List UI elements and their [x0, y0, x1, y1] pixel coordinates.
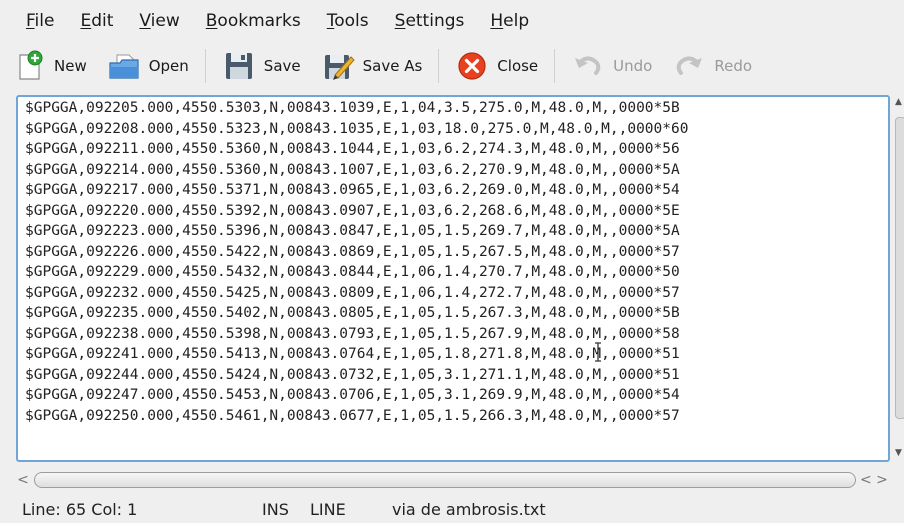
open-label: Open	[148, 57, 189, 75]
scroll-arrows-icon[interactable]: < >	[860, 472, 888, 488]
text-line[interactable]: $GPGGA,092214.000,4550.5360,N,00843.1007…	[25, 160, 888, 181]
status-bar: Line: 65 Col: 1 INS LINE via de ambrosis…	[0, 496, 904, 523]
toolbar-separator	[204, 49, 206, 83]
redo-label: Redo	[714, 57, 753, 75]
text-line[interactable]: $GPGGA,092211.000,4550.5360,N,00843.1044…	[25, 139, 888, 160]
undo-label: Undo	[613, 57, 653, 75]
insert-mode-indicator[interactable]: INS	[262, 500, 310, 519]
text-line[interactable]: $GPGGA,092226.000,4550.5422,N,00843.0869…	[25, 242, 888, 263]
menu-label: elp	[503, 11, 530, 31]
text-content[interactable]: $GPGGA,092205.000,4550.5303,N,00843.1039…	[18, 97, 888, 426]
menu-view[interactable]: View	[126, 0, 192, 40]
cursor-position: Line: 65 Col: 1	[22, 500, 138, 519]
text-line[interactable]: $GPGGA,092238.000,4550.5398,N,00843.0793…	[25, 324, 888, 345]
text-line[interactable]: $GPGGA,092217.000,4550.5371,N,00843.0965…	[25, 180, 888, 201]
vertical-scroll-thumb[interactable]	[895, 117, 904, 419]
close-button[interactable]: Close	[447, 46, 546, 86]
toolbar-separator	[554, 49, 556, 83]
text-line[interactable]: $GPGGA,092232.000,4550.5425,N,00843.0809…	[25, 283, 888, 304]
save-as-button[interactable]: Save As	[313, 46, 431, 86]
text-line[interactable]: $GPGGA,092241.000,4550.5413,N,00843.0764…	[25, 344, 888, 365]
menu-settings[interactable]: Settings	[382, 0, 478, 40]
toolbar: New Open Save Save As Close Undo Redo	[0, 40, 904, 92]
redo-icon	[677, 56, 703, 75]
text-line[interactable]: $GPGGA,092247.000,4550.5453,N,00843.0706…	[25, 385, 888, 406]
scroll-left-icon[interactable]: <	[16, 472, 30, 488]
save-button[interactable]: Save	[214, 46, 309, 86]
floppy-disk-icon	[225, 53, 252, 79]
open-button[interactable]: Open	[99, 46, 197, 86]
save-label: Save	[263, 57, 301, 75]
menu-accelerator: B	[205, 11, 218, 31]
menu-help[interactable]: Help	[477, 0, 542, 40]
menu-label: ettings	[405, 11, 465, 31]
menu-bar: File Edit View Bookmarks Tools Settings Help	[0, 0, 904, 40]
selection-mode-indicator[interactable]: LINE	[310, 500, 392, 519]
text-line[interactable]: $GPGGA,092205.000,4550.5303,N,00843.1039…	[25, 98, 888, 119]
vertical-scrollbar[interactable]: ▲ ▼	[893, 95, 904, 462]
horizontal-scroll-thumb[interactable]	[34, 472, 856, 488]
new-label: New	[54, 57, 87, 75]
text-line[interactable]: $GPGGA,092244.000,4550.5424,N,00843.0732…	[25, 365, 888, 386]
menu-accelerator: S	[394, 11, 406, 31]
text-line[interactable]: $GPGGA,092208.000,4550.5323,N,00843.1035…	[25, 119, 888, 140]
menu-file[interactable]: File	[0, 0, 67, 40]
text-editor[interactable]: $GPGGA,092205.000,4550.5303,N,00843.1039…	[16, 95, 890, 462]
menu-accelerator: V	[139, 11, 151, 31]
undo-button[interactable]: Undo	[563, 46, 660, 86]
file-name: via de ambrosis.txt	[392, 500, 546, 519]
text-line[interactable]: $GPGGA,092250.000,4550.5461,N,00843.0677…	[25, 406, 888, 427]
text-line[interactable]: $GPGGA,092235.000,4550.5402,N,00843.0805…	[25, 303, 888, 324]
menu-accelerator: E	[80, 11, 92, 31]
text-line[interactable]: $GPGGA,092220.000,4550.5392,N,00843.0907…	[25, 201, 888, 222]
new-document-icon	[19, 50, 43, 80]
scroll-down-icon[interactable]: ▼	[895, 448, 902, 458]
close-icon	[458, 52, 486, 80]
menu-accelerator: H	[490, 11, 504, 31]
undo-icon	[575, 56, 601, 75]
new-button[interactable]: New	[4, 46, 95, 86]
menu-label: iew	[150, 11, 180, 31]
menu-label: dit	[91, 11, 114, 31]
menu-edit[interactable]: Edit	[67, 0, 126, 40]
save-as-label: Save As	[362, 57, 423, 75]
menu-tools[interactable]: Tools	[314, 0, 382, 40]
scroll-up-icon[interactable]: ▲	[895, 97, 902, 107]
menu-accelerator: F	[26, 11, 35, 31]
text-line[interactable]: $GPGGA,092223.000,4550.5396,N,00843.0847…	[25, 221, 888, 242]
toolbar-separator	[438, 49, 440, 83]
menu-label: ools	[334, 11, 369, 31]
close-label: Close	[497, 57, 539, 75]
horizontal-scrollbar[interactable]: < < >	[16, 469, 890, 491]
menu-label: ookmarks	[217, 11, 301, 31]
redo-button[interactable]: Redo	[664, 46, 760, 86]
text-cursor-icon	[595, 342, 601, 362]
menu-bookmarks[interactable]: Bookmarks	[193, 0, 314, 40]
save-as-icon	[324, 55, 355, 80]
open-folder-icon	[109, 54, 139, 79]
menu-label: ile	[34, 11, 55, 31]
text-line[interactable]: $GPGGA,092229.000,4550.5432,N,00843.0844…	[25, 262, 888, 283]
